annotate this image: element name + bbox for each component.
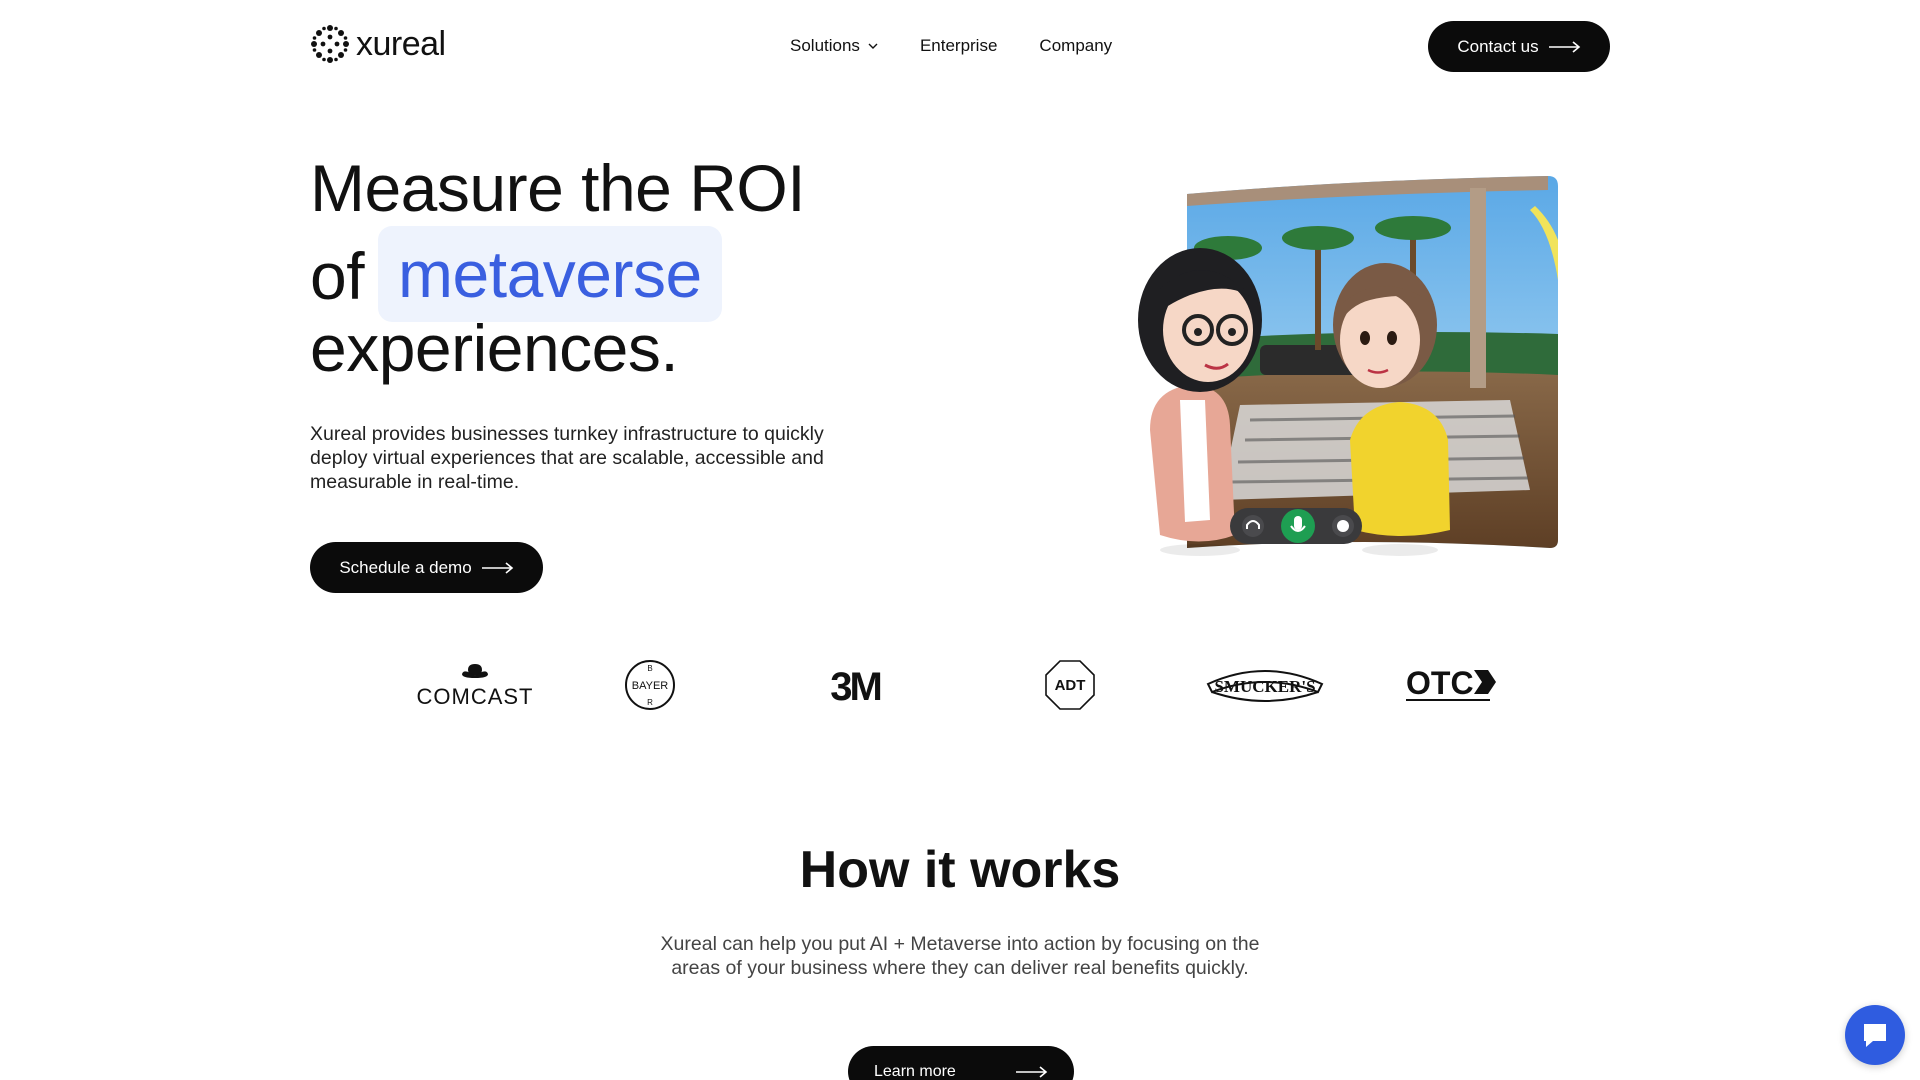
3m-logo-text: 3M: [830, 665, 880, 709]
emoji-icon[interactable]: [1332, 515, 1354, 537]
nav-solutions[interactable]: Solutions: [790, 36, 878, 56]
nav-company[interactable]: Company: [1039, 36, 1112, 56]
contact-us-button[interactable]: Contact us: [1428, 21, 1610, 72]
hero-title-of: of: [310, 239, 365, 313]
main-nav: Solutions Enterprise Company: [790, 36, 1112, 56]
nav-enterprise-label: Enterprise: [919, 36, 998, 55]
client-logos: COMCAST BAYER B R 3M ADT SMUCKER'S OTC: [400, 655, 1520, 715]
nav-enterprise[interactable]: Enterprise: [920, 36, 997, 56]
adt-logo: ADT: [1040, 655, 1100, 715]
arrow-right-icon: [481, 561, 513, 574]
nav-solutions-label: Solutions: [790, 36, 860, 55]
nav-company-label: Company: [1039, 36, 1113, 55]
logo-text: xureal: [356, 24, 446, 63]
hero-title: Measure the ROI of metaverse experiences.: [310, 148, 806, 388]
learn-more-label: Learn more: [874, 1062, 956, 1080]
arrow-right-icon: [1016, 1065, 1048, 1078]
chat-icon: [1864, 1024, 1886, 1047]
hero-description: Xureal provides businesses turnkey infra…: [310, 423, 824, 493]
smuckers-logo-text: SMUCKER'S: [1214, 677, 1315, 696]
hero-title-highlight: metaverse: [378, 226, 722, 322]
hero-illustration: [1138, 176, 1558, 556]
logo[interactable]: xureal: [310, 24, 446, 64]
xureal-logo-icon: [311, 25, 349, 63]
comcast-logo-text: COMCAST: [417, 684, 534, 709]
comcast-logo: COMCAST: [400, 655, 550, 715]
smuckers-logo: SMUCKER'S: [1200, 655, 1330, 715]
otc-logo-text: OTC: [1406, 665, 1474, 701]
svg-text:R: R: [647, 698, 653, 707]
headphones-icon[interactable]: [1242, 515, 1264, 537]
schedule-demo-button[interactable]: Schedule a demo: [310, 542, 543, 593]
how-it-works-title: How it works: [799, 841, 1121, 899]
learn-more-button[interactable]: Learn more: [848, 1046, 1074, 1080]
how-it-works-description: Xureal can help you put AI + Metaverse i…: [660, 933, 1260, 979]
chevron-down-icon: [868, 43, 878, 49]
adt-logo-text: ADT: [1055, 677, 1086, 694]
hero-title-line2: of metaverse: [310, 226, 805, 322]
arrow-right-icon: [1548, 40, 1580, 53]
hero-title-line1: Measure the ROI: [310, 151, 806, 225]
chat-widget-button[interactable]: [1845, 1005, 1905, 1065]
site-header: xureal Solutions Enterprise Company Cont…: [0, 0, 1920, 92]
bayer-logo: BAYER B R: [620, 655, 680, 715]
svg-text:B: B: [647, 664, 652, 673]
3m-logo: 3M: [815, 655, 895, 715]
otc-logo: OTC: [1400, 655, 1500, 715]
contact-us-label: Contact us: [1457, 36, 1539, 56]
bayer-logo-text: BAYER: [632, 680, 669, 692]
microphone-icon[interactable]: [1281, 509, 1315, 543]
schedule-demo-label: Schedule a demo: [339, 557, 472, 577]
